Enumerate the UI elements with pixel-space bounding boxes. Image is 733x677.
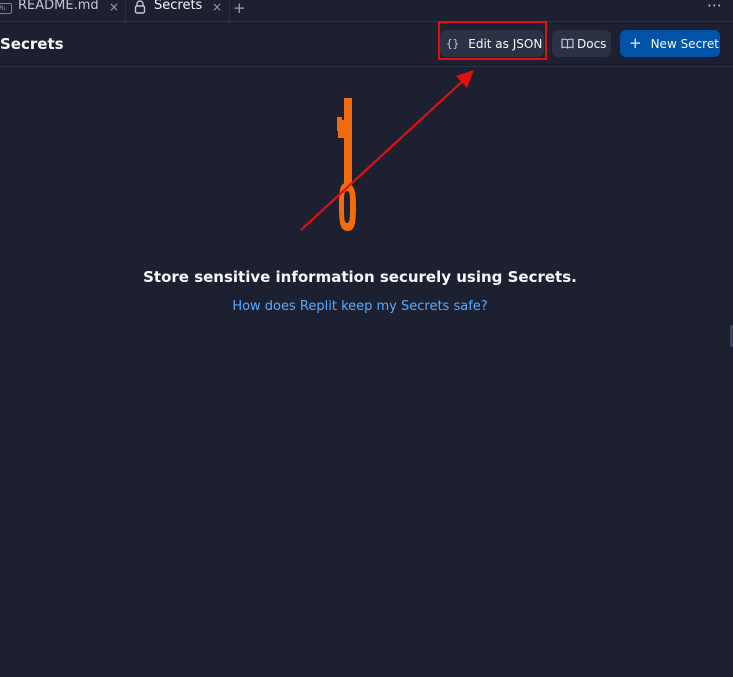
secrets-safety-link[interactable]: How does Replit keep my Secrets safe? [0, 299, 720, 314]
annotation-highlight-box [438, 21, 547, 60]
close-icon[interactable]: × [109, 0, 119, 14]
new-secret-button[interactable]: + New Secret [620, 30, 720, 57]
add-tab-icon[interactable]: + [233, 0, 246, 17]
tab-secrets[interactable]: Secrets × [125, 0, 230, 21]
close-icon[interactable]: × [212, 0, 222, 14]
tab-bar: M↓ README.md × Secrets × + ⋯ [0, 0, 733, 22]
markdown-icon: M↓ [0, 3, 12, 14]
more-options-icon[interactable]: ⋯ [707, 0, 723, 14]
key-illustration [337, 98, 356, 231]
new-secret-label: New Secret [650, 36, 719, 51]
tab-label: README.md [18, 0, 99, 13]
tab-readme[interactable]: M↓ README.md × [0, 0, 124, 21]
docs-label: Docs [577, 36, 607, 51]
tab-label: Secrets [154, 0, 203, 13]
book-icon [561, 38, 574, 49]
empty-state-message: Store sensitive information securely usi… [143, 268, 577, 286]
annotation-arrow [300, 70, 474, 231]
lock-icon [134, 0, 146, 18]
secrets-header: Secrets {} Edit as JSON Docs + New Secre… [0, 22, 733, 67]
docs-button[interactable]: Docs [552, 30, 611, 57]
secrets-pane: M↓ README.md × Secrets × + ⋯ Secrets {} … [0, 0, 733, 677]
page-title: Secrets [0, 35, 64, 53]
plus-icon: + [629, 34, 642, 52]
